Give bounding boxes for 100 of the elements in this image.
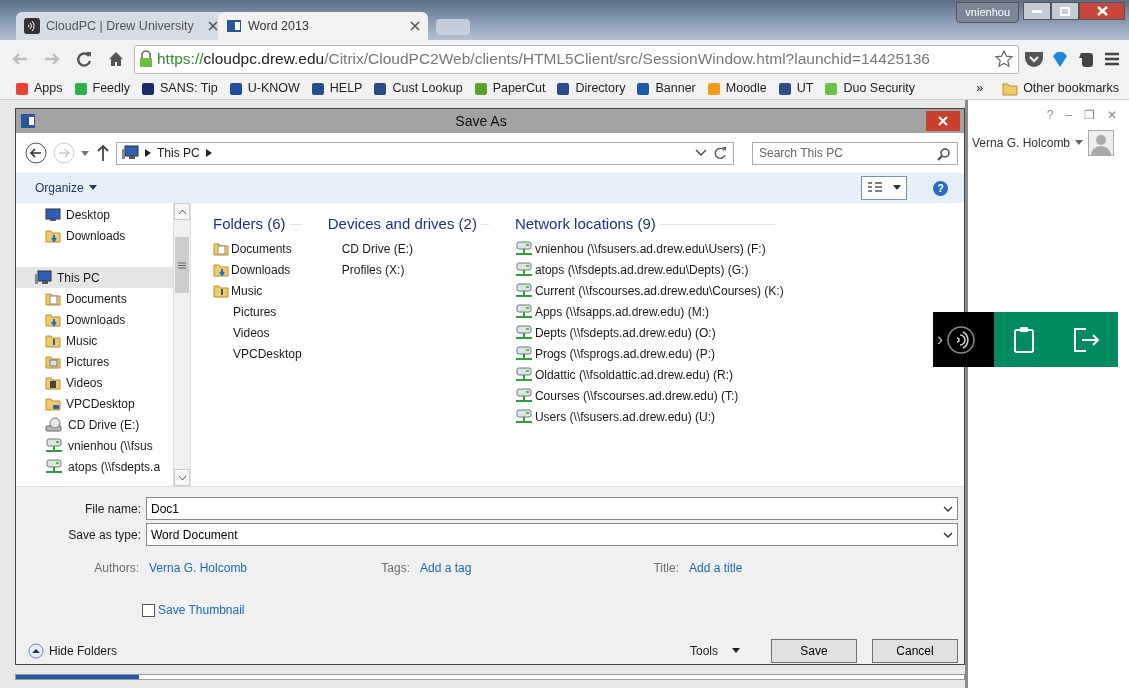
- bookmark[interactable]: UT: [777, 79, 814, 98]
- folder-item[interactable]: Documents: [213, 238, 302, 259]
- nav-item[interactable]: Pictures: [16, 351, 173, 372]
- account-name[interactable]: Verna G. Holcomb: [972, 134, 1071, 152]
- nav-item[interactable]: CD Drive (E:): [16, 414, 173, 435]
- folder-item[interactable]: Videos: [213, 322, 302, 343]
- grip-icon: [178, 261, 186, 269]
- bookmark[interactable]: Banner: [636, 79, 696, 98]
- folder-item[interactable]: Users (\\fsusers.ad.drew.edu) (U:): [514, 406, 784, 427]
- bookmark[interactable]: Feedly: [73, 79, 131, 98]
- bookmark[interactable]: HELP: [310, 79, 363, 98]
- caret-icon[interactable]: [1075, 140, 1084, 146]
- hide-folders-button[interactable]: Hide Folders: [28, 642, 118, 660]
- clipboard-icon[interactable]: [1012, 325, 1035, 354]
- lock-icon: [139, 50, 153, 68]
- folder-item[interactable]: Music: [213, 280, 302, 301]
- session-toolbar-handle[interactable]: ›: [933, 312, 994, 367]
- computer-icon: [34, 269, 52, 286]
- scroll-up-icon[interactable]: [177, 208, 187, 215]
- minimize-button[interactable]: [1023, 2, 1051, 20]
- bookmark[interactable]: SANS: Tip: [141, 79, 218, 98]
- profile-button[interactable]: vnienhou: [956, 2, 1019, 23]
- breadcrumb-item[interactable]: This PC: [157, 144, 200, 162]
- chevron-icon: [205, 149, 212, 157]
- path-field[interactable]: This PC: [116, 141, 734, 165]
- folder-item[interactable]: Oldattic (\\fsoldattic.ad.drew.edu) (R:): [514, 364, 784, 385]
- nav-item[interactable]: Videos: [16, 372, 173, 393]
- close-icon[interactable]: [410, 21, 420, 31]
- scroll-down-icon[interactable]: [177, 474, 187, 481]
- file-type-dropdown[interactable]: Word Document: [146, 523, 958, 546]
- nav-item[interactable]: Downloads: [16, 309, 173, 330]
- bookmark-icon: [777, 81, 792, 96]
- folder-item[interactable]: Profiles (X:): [327, 259, 489, 280]
- file-name-field[interactable]: Doc1: [146, 497, 958, 520]
- nav-item[interactable]: vnienhou (\\fsus: [16, 435, 173, 456]
- star-icon[interactable]: [994, 49, 1014, 69]
- caret-icon: [893, 185, 901, 191]
- bookmark[interactable]: Other bookmarks: [1002, 79, 1119, 98]
- bookmark[interactable]: U-KNOW: [228, 79, 300, 98]
- pocket-icon[interactable]: [1023, 49, 1045, 69]
- folder-icon: [1002, 81, 1019, 96]
- bookmark[interactable]: Apps: [15, 79, 63, 98]
- nav-item[interactable]: This PC: [16, 267, 173, 288]
- browser-tab[interactable]: Word 2013: [218, 12, 428, 40]
- folder-item[interactable]: atops (\\fsdepts.ad.drew.edu\Depts) (G:): [514, 259, 784, 280]
- bookmark[interactable]: Duo Security: [824, 79, 915, 98]
- property-link[interactable]: Verna G. Holcomb: [149, 561, 248, 575]
- bookmark[interactable]: Cust Lookup: [373, 79, 463, 98]
- checkbox-label[interactable]: Save Thumbnail: [158, 601, 245, 619]
- folder-item[interactable]: Progs (\\fsprogs.ad.drew.edu) (P:): [514, 343, 784, 364]
- cancel-button[interactable]: Cancel: [872, 639, 958, 663]
- chevron-down-icon[interactable]: [943, 532, 953, 538]
- back-icon[interactable]: [24, 141, 48, 165]
- bookmark-icon: [141, 81, 156, 96]
- folder-item[interactable]: Courses (\\fscourses.ad.drew.edu) (T:): [514, 385, 784, 406]
- nav-item[interactable]: Desktop: [16, 204, 173, 225]
- property-link[interactable]: Add a tag: [420, 561, 472, 575]
- nav-item[interactable]: Music: [16, 330, 173, 351]
- close-icon[interactable]: [208, 21, 218, 31]
- address-bar[interactable]: https://cloudpc.drew.edu/Citrix/CloudPC2Web/clients/HTML5Client/src/SessionWindow.html?launchid=14425136: [134, 44, 1019, 74]
- window-control[interactable]: ?: [1046, 106, 1054, 124]
- checkbox[interactable]: [142, 603, 155, 617]
- folder-item[interactable]: Current (\\fscourses.ad.drew.edu\Courses) (K:): [514, 280, 784, 301]
- overflow-chevron[interactable]: »: [976, 79, 984, 98]
- maximize-icon: [1060, 6, 1070, 16]
- close-button[interactable]: [926, 111, 960, 131]
- exit-icon[interactable]: [1071, 326, 1100, 353]
- bookmark-icon: [706, 81, 721, 96]
- property-link[interactable]: Add a title: [689, 561, 743, 575]
- refresh-icon[interactable]: [713, 146, 727, 160]
- search-field[interactable]: Search This PC: [752, 141, 958, 165]
- help-button[interactable]: ?: [933, 180, 948, 196]
- folder-item[interactable]: vnienhou (\\fsusers.ad.drew.edu\Users) (F:): [514, 238, 784, 259]
- nav-item[interactable]: Downloads: [16, 225, 173, 246]
- folder-item[interactable]: VPCDesktop: [213, 343, 302, 364]
- scrollbar[interactable]: [173, 203, 190, 486]
- bookmark[interactable]: Directory: [556, 79, 626, 98]
- nav-item[interactable]: Documents: [16, 288, 173, 309]
- close-button[interactable]: [1079, 2, 1125, 20]
- bookmark[interactable]: PaperCut: [473, 79, 546, 98]
- bookmark[interactable]: Moodle: [706, 79, 767, 98]
- maximize-button[interactable]: [1051, 2, 1079, 20]
- window-control[interactable]: –: [1065, 106, 1072, 124]
- folder-item[interactable]: Pictures: [213, 301, 302, 322]
- nav-item[interactable]: VPCDesktop: [16, 393, 173, 414]
- view-options-button[interactable]: [861, 176, 907, 200]
- folder-item[interactable]: Downloads: [213, 259, 302, 280]
- tools-button[interactable]: Tools: [690, 642, 740, 660]
- folder-item[interactable]: CD Drive (E:): [327, 238, 489, 259]
- organize-button[interactable]: Organize: [33, 177, 99, 199]
- folder-item[interactable]: Apps (\\fsapps.ad.drew.edu) (M:): [514, 301, 784, 322]
- property-label: Title:: [652, 560, 679, 577]
- window-control[interactable]: ✕: [1107, 106, 1117, 124]
- save-button[interactable]: Save: [771, 639, 857, 663]
- nav-item[interactable]: atops (\\fsdepts.a: [16, 456, 173, 477]
- chevron-down-icon[interactable]: [943, 506, 953, 512]
- bookmark-icon: [824, 81, 839, 96]
- folder-item[interactable]: Depts (\\fsdepts.ad.drew.edu) (O:): [514, 322, 784, 343]
- window-control[interactable]: ❐: [1084, 106, 1095, 124]
- caret-icon: [88, 185, 97, 191]
